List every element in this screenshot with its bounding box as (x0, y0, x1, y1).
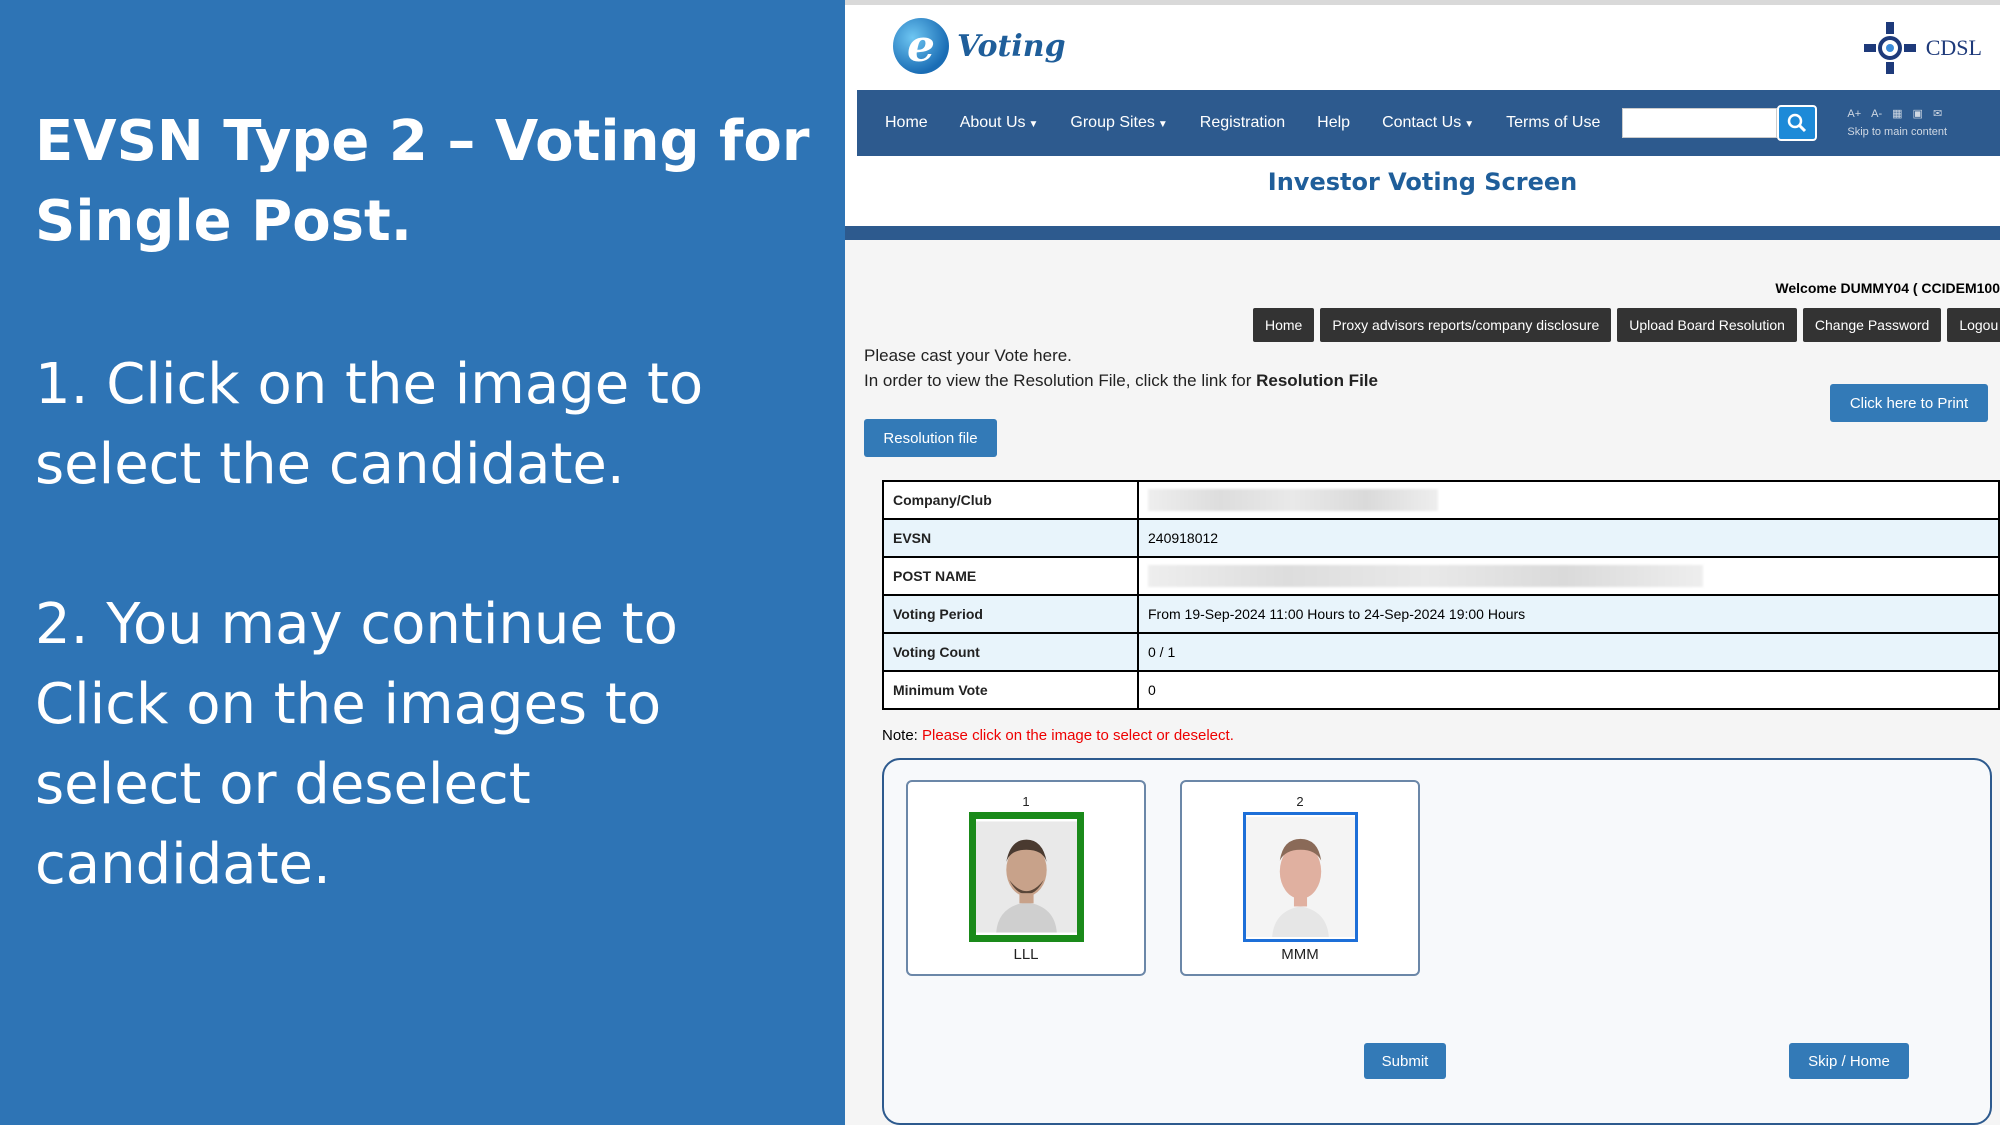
welcome-text: Welcome DUMMY04 ( CCIDEM100 (1775, 280, 2000, 296)
person-photo-icon (1246, 817, 1355, 937)
voting-content: Welcome DUMMY04 ( CCIDEM100 Home Proxy a… (845, 240, 2000, 1125)
resolution-instruction: In order to view the Resolution File, cl… (864, 371, 1378, 391)
vote-instruction: Please cast your Vote here. (864, 346, 1072, 365)
nav-help[interactable]: Help (1301, 114, 1366, 132)
candidate-number: 1 (1022, 794, 1030, 809)
nav-home[interactable]: Home (857, 114, 944, 132)
nav-about-us[interactable]: About Us ▼ (944, 114, 1055, 132)
search-input[interactable] (1622, 108, 1778, 138)
nav-contact-us-label: Contact Us (1382, 114, 1462, 131)
main-navbar: Home About Us ▼ Group Sites ▼ Registration… (857, 90, 2000, 156)
candidate-photo-selected[interactable] (969, 812, 1084, 942)
candidate-card[interactable]: 1 LLL (906, 780, 1146, 976)
candidate-number: 2 (1296, 794, 1304, 809)
evoting-screenshot: e Voting CDSL Home About Us ▼ Group Sites… (845, 0, 2000, 1125)
table-row: Company/Club (882, 480, 2000, 520)
font-decrease-button[interactable]: A- (1871, 105, 1882, 123)
caret-down-icon: ▼ (1028, 119, 1039, 130)
resolution-file-button[interactable]: Resolution file (864, 419, 997, 457)
candidate-panel: 1 LLL 2 MMM Submit Skip / Home (882, 758, 1992, 1125)
sitemap-icon[interactable]: ▣ (1913, 105, 1923, 123)
detail-value: 240918012 (1137, 518, 2000, 558)
caret-down-icon: ▼ (1464, 119, 1475, 130)
detail-value-post-name (1137, 556, 2000, 596)
table-row: Voting Count 0 / 1 (882, 632, 2000, 672)
menu-proxy-advisors-button[interactable]: Proxy advisors reports/company disclosur… (1320, 308, 1612, 342)
table-row: EVSN 240918012 (882, 518, 2000, 558)
detail-value: 0 / 1 (1137, 632, 2000, 672)
candidate-card[interactable]: 2 MMM (1180, 780, 1420, 976)
mail-icon[interactable]: ✉ (1933, 105, 1942, 123)
nav-contact-us[interactable]: Contact Us ▼ (1366, 114, 1490, 132)
menu-change-password-button[interactable]: Change Password (1802, 308, 1942, 342)
resolution-instruction-text: In order to view the Resolution File, cl… (864, 371, 1257, 390)
header-divider-bar (845, 226, 2000, 240)
menu-upload-resolution-button[interactable]: Upload Board Resolution (1617, 308, 1797, 342)
table-row: Voting Period From 19-Sep-2024 11:00 Hou… (882, 594, 2000, 634)
cdsl-logo-text: CDSL (1925, 35, 1982, 60)
detail-value: 0 (1137, 670, 2000, 710)
nav-about-us-label: About Us (959, 114, 1026, 131)
instruction-step-2: 2. You may continue to Click on the imag… (35, 592, 678, 897)
nav-registration[interactable]: Registration (1184, 114, 1301, 132)
detail-label: Voting Period (882, 594, 1139, 634)
candidate-name: LLL (1013, 946, 1039, 963)
evsn-details-table: Company/Club EVSN 240918012 POST NAME Vo… (882, 480, 2000, 710)
submit-button[interactable]: Submit (1364, 1043, 1446, 1079)
cdsl-emblem-icon (1862, 20, 1918, 76)
page-title: Investor Voting Screen (1267, 168, 1578, 196)
slide-title: EVSN Type 2 – Voting for Single Post. (35, 109, 810, 254)
cdsl-logo[interactable]: CDSL (1862, 20, 1982, 76)
evoting-logo-text: Voting (957, 28, 1066, 64)
detail-label: POST NAME (882, 556, 1139, 596)
person-photo-icon (976, 821, 1077, 933)
nav-group-sites[interactable]: Group Sites ▼ (1054, 114, 1183, 132)
nav-terms-of-use[interactable]: Terms of Use (1490, 114, 1616, 132)
selection-note: Note: Please click on the image to selec… (882, 727, 1234, 744)
detail-label: Company/Club (882, 480, 1139, 520)
contrast-icon[interactable]: ▦ (1892, 105, 1902, 123)
candidate-photo-unselected[interactable] (1243, 812, 1358, 942)
redacted-value (1148, 489, 1438, 511)
table-row: POST NAME (882, 556, 2000, 596)
user-menu: Home Proxy advisors reports/company disc… (1253, 308, 2000, 342)
detail-value-company (1137, 480, 2000, 520)
redacted-value (1148, 565, 1703, 587)
accessibility-tools: A+ A- ▦ ▣ ✉ Skip to main content (1847, 105, 1947, 141)
search-button[interactable] (1777, 105, 1818, 141)
detail-value: From 19-Sep-2024 11:00 Hours to 24-Sep-2… (1137, 594, 2000, 634)
nav-group-sites-label: Group Sites (1070, 114, 1155, 131)
instruction-step-1: 1. Click on the image to select the cand… (35, 352, 704, 497)
font-increase-button[interactable]: A+ (1847, 105, 1861, 123)
caret-down-icon: ▼ (1157, 119, 1168, 130)
skip-home-button[interactable]: Skip / Home (1789, 1043, 1909, 1079)
evoting-logo[interactable]: e Voting (893, 18, 1066, 74)
detail-label: EVSN (882, 518, 1139, 558)
instruction-panel: EVSN Type 2 – Voting for Single Post. 1.… (0, 0, 845, 1125)
top-divider (845, 0, 2000, 5)
candidate-name: MMM (1281, 946, 1319, 963)
menu-logout-button[interactable]: Logou (1947, 308, 2000, 342)
evoting-e-icon: e (893, 18, 949, 74)
detail-label: Voting Count (882, 632, 1139, 672)
print-button[interactable]: Click here to Print (1830, 384, 1988, 422)
detail-label: Minimum Vote (882, 670, 1139, 710)
resolution-file-link-text: Resolution File (1256, 371, 1378, 390)
menu-home-button[interactable]: Home (1253, 308, 1315, 342)
note-text: Please click on the image to select or d… (922, 727, 1234, 744)
search-icon (1788, 113, 1807, 133)
table-row: Minimum Vote 0 (882, 670, 2000, 710)
note-prefix: Note: (882, 727, 923, 744)
skip-to-main-link[interactable]: Skip to main content (1847, 123, 1947, 141)
